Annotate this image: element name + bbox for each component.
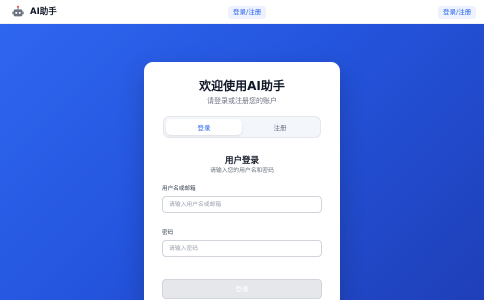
password-input[interactable] <box>162 240 322 257</box>
tab-register[interactable]: 注册 <box>242 119 318 135</box>
tab-login[interactable]: 登录 <box>166 119 242 135</box>
robot-icon <box>12 5 24 17</box>
username-input[interactable] <box>162 196 322 213</box>
username-label: 用户名或邮箱 <box>162 186 196 192</box>
login-submit-button[interactable]: 登录 <box>162 279 322 299</box>
card-subtitle: 请登录或注册您的账户 <box>207 97 277 105</box>
login-register-button-center[interactable]: 登录/注册 <box>228 6 267 19</box>
brand[interactable]: AI助手 <box>11 5 57 19</box>
password-label: 密码 <box>162 230 174 236</box>
card-title: 欢迎使用AI助手 <box>199 79 285 93</box>
login-card: 欢迎使用AI助手 请登录或注册您的账户 登录 注册 用户登录 请输入您的用户名和… <box>144 62 340 300</box>
auth-tabs: 登录 注册 <box>163 116 321 138</box>
top-navigation-bar: AI助手 登录/注册 登录/注册 <box>0 0 484 24</box>
brand-name: AI助手 <box>30 7 57 17</box>
login-register-button-right[interactable]: 登录/注册 <box>438 6 477 19</box>
section-subtitle: 请输入您的用户名和密码 <box>210 168 274 174</box>
